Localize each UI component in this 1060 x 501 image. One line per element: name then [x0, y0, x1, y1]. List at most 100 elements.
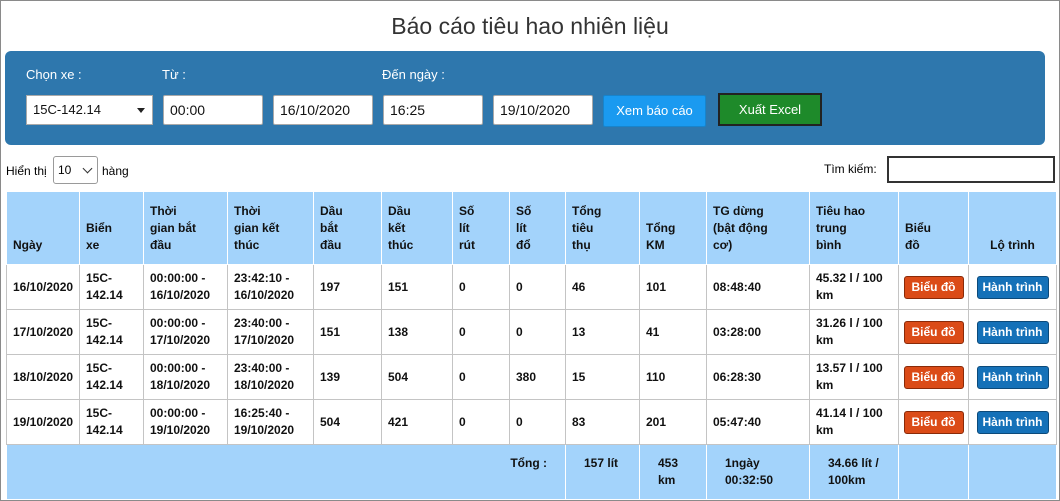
- column-header-line: Tổng: [572, 204, 602, 218]
- search-label: Tìm kiếm:: [824, 162, 877, 176]
- total-empty: [968, 444, 1057, 500]
- cell-start-time-line: 18/10/2020: [150, 378, 211, 392]
- column-header[interactable]: Tổng KM: [639, 191, 707, 265]
- column-header-line: Ngày: [13, 238, 43, 252]
- column-header-line: bình: [816, 238, 842, 252]
- cell-fuel-start: 151: [313, 309, 382, 355]
- column-header[interactable]: Lộ trình: [968, 191, 1057, 265]
- column-header-line: Biển: [86, 221, 113, 235]
- column-header-line: kết: [388, 221, 406, 235]
- vehicle-label: Chọn xe :: [26, 67, 82, 82]
- cell-plate: 15C- 142.14: [79, 354, 144, 400]
- cell-start-time-line: 00:00:00 -: [150, 271, 206, 285]
- view-report-button[interactable]: Xem báo cáo: [603, 95, 706, 127]
- cell-end-time-line: 16:25:40 -: [234, 406, 290, 420]
- total-km-line: km: [658, 473, 676, 487]
- column-header-line: đầu: [320, 238, 342, 252]
- column-header[interactable]: TG dừng (bật động cơ): [706, 191, 810, 265]
- column-header-line: bắt: [320, 221, 338, 235]
- total-empty: [898, 444, 969, 500]
- cell-fuel-refilled: 0: [509, 309, 566, 355]
- column-header[interactable]: Số lít đổ: [509, 191, 566, 265]
- cell-plate-line: 15C-: [86, 406, 113, 420]
- cell-fuel-end: 504: [381, 354, 453, 400]
- cell-date: 18/10/2020: [6, 354, 80, 400]
- from-date-input[interactable]: 16/10/2020: [273, 95, 373, 125]
- cell-average-line: km: [816, 288, 834, 302]
- column-header[interactable]: Biểu đồ: [898, 191, 969, 265]
- route-button[interactable]: Hành trình: [976, 275, 1049, 299]
- cell-date: 16/10/2020: [6, 264, 80, 310]
- cell-fuel-withdrawn: 0: [452, 399, 510, 445]
- column-header-line: Số: [516, 204, 532, 218]
- cell-fuel-start: 197: [313, 264, 382, 310]
- column-header[interactable]: Thời gian kết thúc: [227, 191, 314, 265]
- cell-km: 41: [639, 309, 707, 355]
- search-input[interactable]: [887, 156, 1055, 183]
- column-header[interactable]: Dầu bắt đầu: [313, 191, 382, 265]
- column-header-line: Dầu: [320, 204, 343, 218]
- to-date-input[interactable]: 19/10/2020: [493, 95, 593, 125]
- column-header-line: gian bắt: [150, 221, 197, 235]
- cell-route: Hành trình: [968, 264, 1057, 310]
- cell-plate: 15C- 142.14: [79, 399, 144, 445]
- column-header-line: cơ): [713, 238, 733, 252]
- cell-start-time-line: 00:00:00 -: [150, 406, 206, 420]
- column-header[interactable]: Tiêu hao trung bình: [809, 191, 899, 265]
- column-header[interactable]: Thời gian bắt đầu: [143, 191, 228, 265]
- page-length-select[interactable]: 10: [53, 156, 98, 184]
- column-header-line: Dầu: [388, 204, 411, 218]
- column-header-line: Số: [459, 204, 475, 218]
- cell-fuel-start: 504: [313, 399, 382, 445]
- route-button[interactable]: Hành trình: [976, 365, 1049, 389]
- cell-plate-line: 142.14: [86, 423, 123, 437]
- cell-plate: 15C- 142.14: [79, 264, 144, 310]
- column-header-line: Biểu: [905, 221, 932, 235]
- column-header[interactable]: Số lít rút: [452, 191, 510, 265]
- total-km: 453 km: [639, 444, 707, 500]
- total-km-line: 453: [658, 456, 679, 470]
- column-header-line: gian kết: [234, 221, 280, 235]
- cell-start-time-line: 17/10/2020: [150, 333, 211, 347]
- cell-consumed: 46: [565, 264, 640, 310]
- cell-plate-line: 142.14: [86, 288, 123, 302]
- cell-start-time-line: 19/10/2020: [150, 423, 211, 437]
- total-stop-time-line: 1ngày: [725, 456, 760, 470]
- cell-average-line: km: [816, 333, 834, 347]
- column-header[interactable]: Tổng tiêu thụ: [565, 191, 640, 265]
- cell-start-time-line: 00:00:00 -: [150, 361, 206, 375]
- route-button[interactable]: Hành trình: [976, 410, 1049, 434]
- cell-start-time: 00:00:00 - 19/10/2020: [143, 399, 228, 445]
- export-excel-button[interactable]: Xuất Excel: [718, 93, 822, 126]
- cell-fuel-refilled: 0: [509, 264, 566, 310]
- route-button[interactable]: Hành trình: [976, 320, 1049, 344]
- show-suffix-label: hàng: [102, 164, 129, 178]
- cell-date: 17/10/2020: [6, 309, 80, 355]
- cell-chart: Biểu đồ: [898, 309, 969, 355]
- column-header[interactable]: Dầu kết thúc: [381, 191, 453, 265]
- chart-button[interactable]: Biểu đồ: [903, 365, 964, 389]
- cell-end-time-line: 17/10/2020: [234, 333, 295, 347]
- to-time-input[interactable]: 16:25: [383, 95, 483, 125]
- show-prefix-label: Hiển thị: [6, 164, 47, 178]
- chart-button[interactable]: Biểu đồ: [903, 320, 964, 344]
- chart-button[interactable]: Biểu đồ: [903, 410, 964, 434]
- from-label: Từ :: [162, 67, 186, 82]
- totals-row: Tổng :157 lít 453 km 1ngày 00:32:50 34.66 lít…: [6, 444, 1057, 500]
- cell-fuel-withdrawn: 0: [452, 354, 510, 400]
- cell-stop-time: 06:28:30: [706, 354, 810, 400]
- cell-route: Hành trình: [968, 354, 1057, 400]
- chart-button[interactable]: Biểu đồ: [903, 275, 964, 299]
- cell-average-line: 41.14 l / 100: [816, 406, 883, 420]
- column-header[interactable]: Ngày: [6, 191, 80, 265]
- cell-average-line: km: [816, 423, 834, 437]
- cell-route: Hành trình: [968, 309, 1057, 355]
- fuel-report-table: Ngày Biển xe Thời gian bắt đầu Thời gian kết thú…: [6, 191, 1057, 500]
- vehicle-select[interactable]: 15C-142.14: [26, 95, 153, 125]
- column-header-line: KM: [646, 238, 665, 252]
- column-header-line: (bật động: [713, 221, 768, 235]
- column-header-line: lít: [516, 221, 527, 235]
- from-time-input[interactable]: 00:00: [163, 95, 263, 125]
- column-header[interactable]: Biển xe: [79, 191, 144, 265]
- column-header-line: Tiêu hao: [816, 204, 866, 218]
